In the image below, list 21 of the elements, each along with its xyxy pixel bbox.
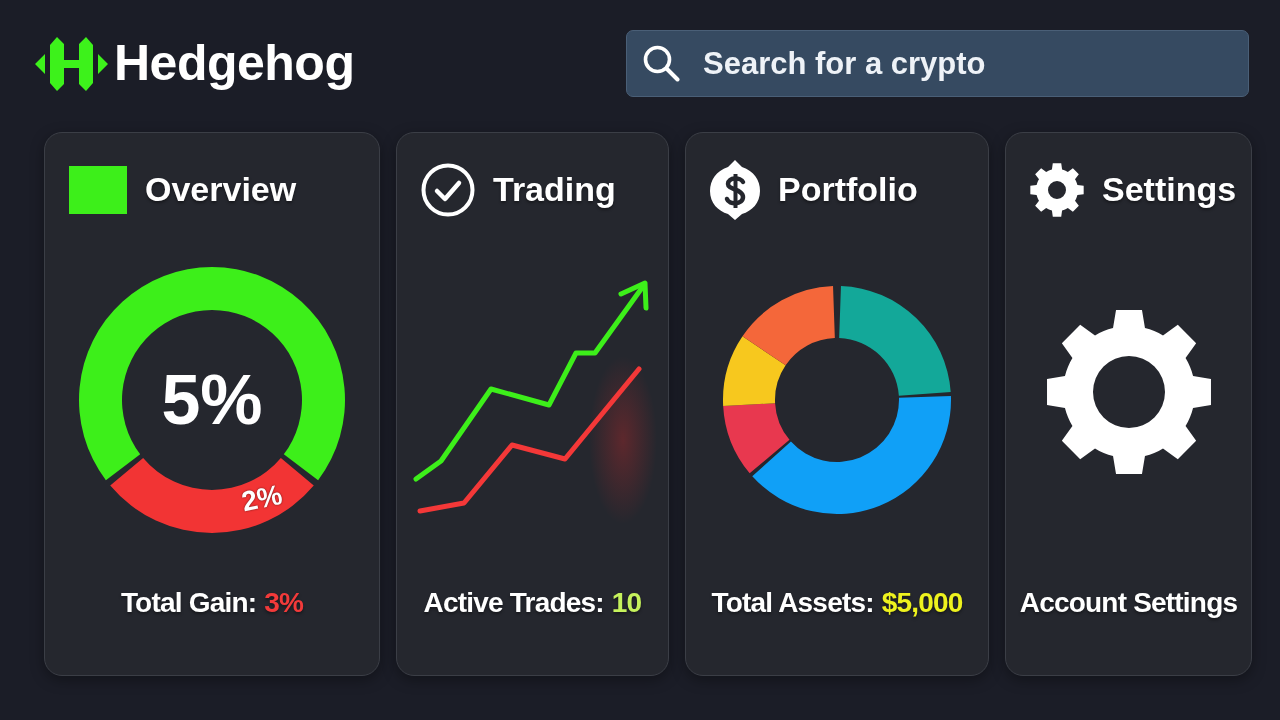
square-icon [69,166,127,214]
stat-value: 10 [611,586,642,620]
card-title: Trading [493,170,616,210]
card-title: Portfolio [778,170,918,210]
check-circle-icon [421,163,475,217]
dollar-icon [710,160,760,220]
value-label: 2% [238,479,285,518]
search-icon [642,44,680,82]
value-label: 5% [161,361,263,438]
gear-icon [1030,163,1084,217]
logo-icon [35,36,108,91]
brand-name: Hedgehog [114,36,355,91]
search-field[interactable]: Search for a crypto [626,30,1249,97]
stat-value: $5,000 [881,586,963,620]
card-title: Overview [145,170,297,210]
stat-label: Account Settings [1019,586,1238,620]
stat-label: Total Assets: [711,586,874,620]
stat-value: 3% [264,586,304,620]
stat-label: Active Trades: [423,586,604,620]
stat-label: Total Gain: [120,586,257,620]
card-title: Settings [1102,170,1237,210]
